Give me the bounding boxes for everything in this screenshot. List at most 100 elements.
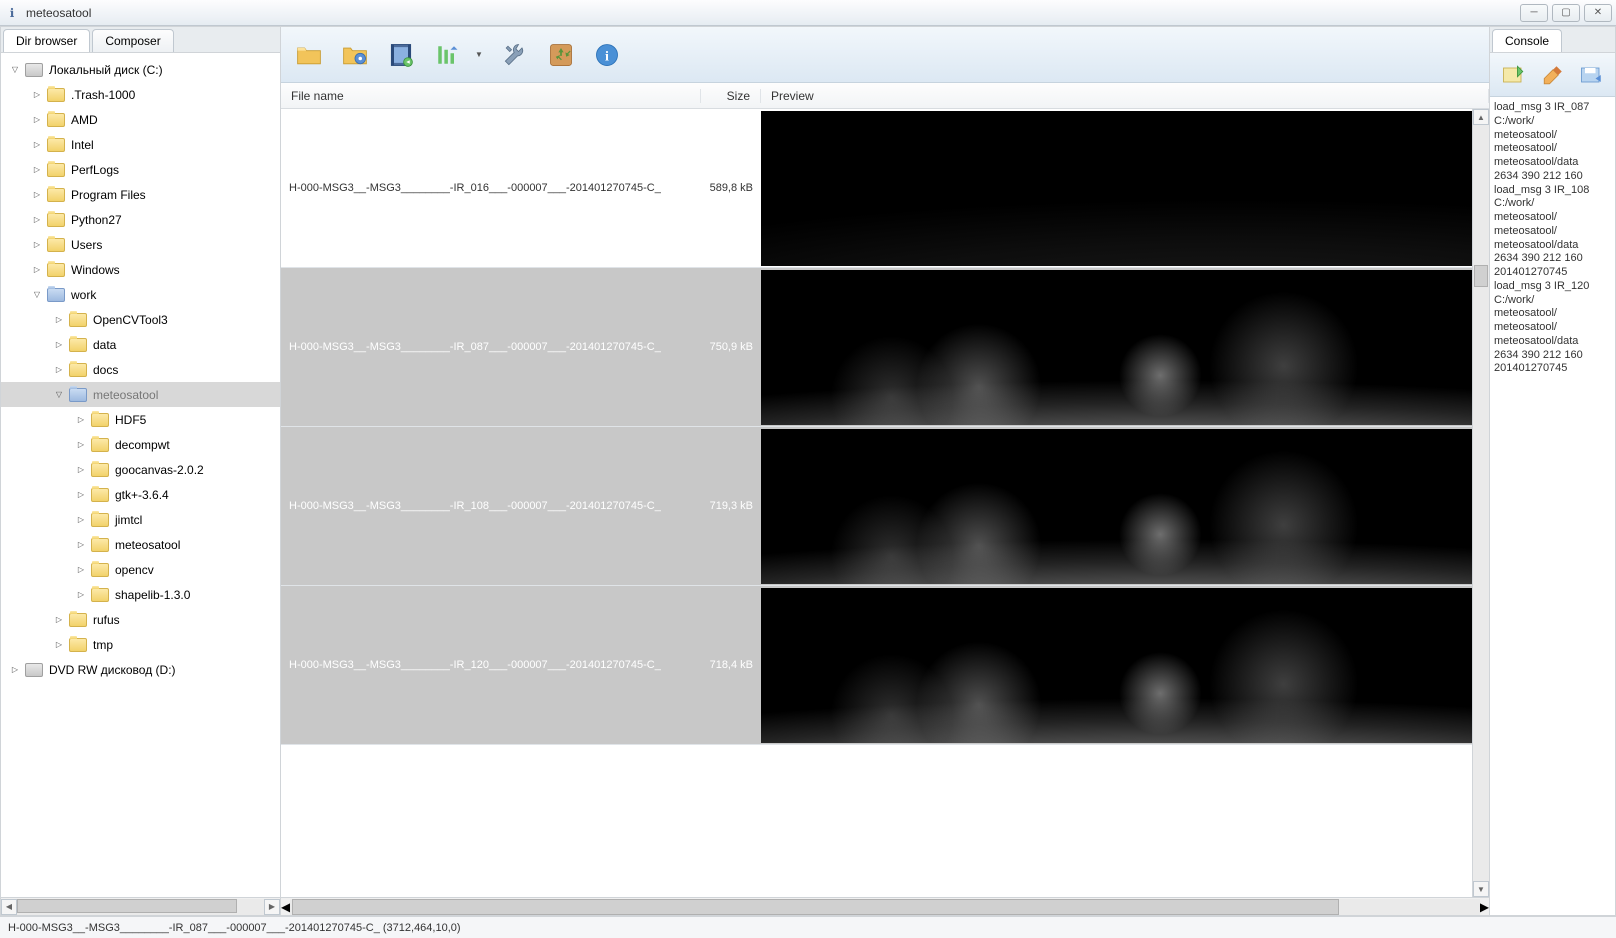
tree-item[interactable]: ▷HDF5 [1, 407, 280, 432]
tree-item[interactable]: ▷gtk+-3.6.4 [1, 482, 280, 507]
folder-icon [47, 88, 65, 102]
expand-icon[interactable]: ▷ [53, 364, 65, 376]
expand-icon[interactable]: ▷ [75, 539, 87, 551]
tree-item[interactable]: ▷rufus [1, 607, 280, 632]
collapse-icon[interactable]: ▽ [53, 389, 65, 401]
expand-icon[interactable]: ▷ [75, 564, 87, 576]
drive-icon [25, 663, 43, 677]
tree-item-label: Intel [71, 138, 94, 152]
scroll-left-arrow[interactable]: ◀ [281, 900, 290, 914]
tree-item[interactable]: ▷.Trash-1000 [1, 82, 280, 107]
tree-item[interactable]: ▷data [1, 332, 280, 357]
open-folder-button[interactable] [291, 37, 327, 73]
file-list-hscrollbar[interactable]: ◀ ▶ [281, 897, 1489, 915]
tree-item-label: tmp [93, 638, 113, 652]
right-panel: Console load_msg 3 IR_087C:/work/meteosa… [1489, 27, 1615, 915]
collapse-icon[interactable]: ▽ [31, 289, 43, 301]
tab-console[interactable]: Console [1492, 29, 1562, 52]
file-list-vscrollbar[interactable]: ▲ ▼ [1472, 109, 1489, 897]
film-button[interactable] [383, 37, 419, 73]
left-hscrollbar[interactable]: ◀ ▶ [1, 897, 280, 915]
sort-dropdown-icon[interactable]: ▼ [475, 50, 487, 59]
folder-icon [91, 588, 109, 602]
recycle-button[interactable] [543, 37, 579, 73]
folder-settings-button[interactable] [337, 37, 373, 73]
tree-item[interactable]: ▷Program Files [1, 182, 280, 207]
expand-icon[interactable]: ▷ [75, 589, 87, 601]
tree-item[interactable]: ▷ Intel [1, 132, 280, 157]
left-panel: Dir browser Composer ▽Локальный диск (C:… [1, 27, 281, 915]
minimize-button[interactable]: ─ [1520, 4, 1548, 22]
scroll-right-arrow[interactable]: ▶ [264, 899, 280, 915]
tree-item[interactable]: ▷ opencv [1, 557, 280, 582]
tree-item[interactable]: ▷AMD [1, 107, 280, 132]
tree-item[interactable]: ▷decompwt [1, 432, 280, 457]
column-preview[interactable]: Preview [761, 89, 1489, 103]
file-row[interactable]: H-000-MSG3__-MSG3________-IR_120___-0000… [281, 586, 1489, 745]
expand-icon[interactable]: ▷ [75, 514, 87, 526]
tree-item-label: opencv [115, 563, 154, 577]
tree-item[interactable]: ▷Windows [1, 257, 280, 282]
tree-item[interactable]: ▷goocanvas-2.0.2 [1, 457, 280, 482]
tree-item-label: docs [93, 363, 118, 377]
expand-icon[interactable]: ▷ [31, 89, 43, 101]
tree-item[interactable]: ▷PerfLogs [1, 157, 280, 182]
expand-icon[interactable]: ▷ [75, 414, 87, 426]
tree-item[interactable]: ▽work [1, 282, 280, 307]
expand-icon[interactable]: ▷ [31, 239, 43, 251]
file-list[interactable]: H-000-MSG3__-MSG3________-IR_016___-0000… [281, 109, 1489, 897]
collapse-icon[interactable]: ▽ [9, 64, 21, 76]
expand-icon[interactable]: ▷ [53, 339, 65, 351]
drive-icon [25, 63, 43, 77]
tree-item[interactable]: ▷meteosatool [1, 532, 280, 557]
expand-icon[interactable]: ▷ [31, 214, 43, 226]
sort-button[interactable] [429, 37, 465, 73]
info-button[interactable]: i [589, 37, 625, 73]
tree-item[interactable]: ▷ DVD RW дисковод (D:) [1, 657, 280, 682]
column-filename[interactable]: File name [281, 89, 701, 103]
tools-button[interactable] [497, 37, 533, 73]
column-size[interactable]: Size [701, 89, 761, 103]
expand-icon[interactable]: ▷ [31, 164, 43, 176]
tree-item[interactable]: ▷jimtcl [1, 507, 280, 532]
tab-dir-browser[interactable]: Dir browser [3, 29, 90, 52]
expand-icon[interactable]: ▷ [75, 464, 87, 476]
main-area: Dir browser Composer ▽Локальный диск (C:… [0, 26, 1616, 916]
expand-icon[interactable]: ▷ [53, 314, 65, 326]
expand-icon[interactable]: ▷ [75, 489, 87, 501]
expand-icon[interactable]: ▷ [31, 139, 43, 151]
console-clear-button[interactable] [1538, 60, 1568, 90]
tree-item[interactable]: ▽meteosatool [1, 382, 280, 407]
tab-composer[interactable]: Composer [92, 29, 173, 52]
console-line: 2634 390 212 160 [1494, 252, 1611, 266]
scroll-down-arrow[interactable]: ▼ [1473, 881, 1489, 897]
expand-icon[interactable]: ▷ [53, 614, 65, 626]
file-row[interactable]: H-000-MSG3__-MSG3________-IR_016___-0000… [281, 109, 1489, 268]
tree-item[interactable]: ▷Users [1, 232, 280, 257]
expand-icon[interactable]: ▷ [31, 264, 43, 276]
scroll-left-arrow[interactable]: ◀ [1, 899, 17, 915]
tree-item-label: DVD RW дисковод (D:) [49, 663, 176, 677]
close-button[interactable]: ✕ [1584, 4, 1612, 22]
tree-item[interactable]: ▷ docs [1, 357, 280, 382]
tree-item[interactable]: ▷Python27 [1, 207, 280, 232]
file-row[interactable]: H-000-MSG3__-MSG3________-IR_087___-0000… [281, 268, 1489, 427]
maximize-button[interactable]: ▢ [1552, 4, 1580, 22]
expand-icon[interactable]: ▷ [31, 189, 43, 201]
tree-item[interactable]: ▽Локальный диск (C:) [1, 57, 280, 82]
console-run-button[interactable] [1499, 60, 1529, 90]
file-name: H-000-MSG3__-MSG3________-IR_016___-0000… [281, 182, 701, 194]
expand-icon[interactable]: ▷ [31, 114, 43, 126]
folder-icon [91, 538, 109, 552]
tree-item[interactable]: ▷ tmp [1, 632, 280, 657]
expand-icon[interactable]: ▷ [9, 664, 21, 676]
expand-icon[interactable]: ▷ [53, 639, 65, 651]
scroll-right-arrow[interactable]: ▶ [1480, 900, 1489, 914]
dir-tree[interactable]: ▽Локальный диск (C:)▷.Trash-1000▷AMD▷Int… [1, 53, 280, 897]
expand-icon[interactable]: ▷ [75, 439, 87, 451]
tree-item[interactable]: ▷OpenCVTool3 [1, 307, 280, 332]
file-row[interactable]: H-000-MSG3__-MSG3________-IR_108___-0000… [281, 427, 1489, 586]
scroll-up-arrow[interactable]: ▲ [1473, 109, 1489, 125]
console-save-button[interactable] [1577, 60, 1607, 90]
tree-item[interactable]: ▷shapelib-1.3.0 [1, 582, 280, 607]
